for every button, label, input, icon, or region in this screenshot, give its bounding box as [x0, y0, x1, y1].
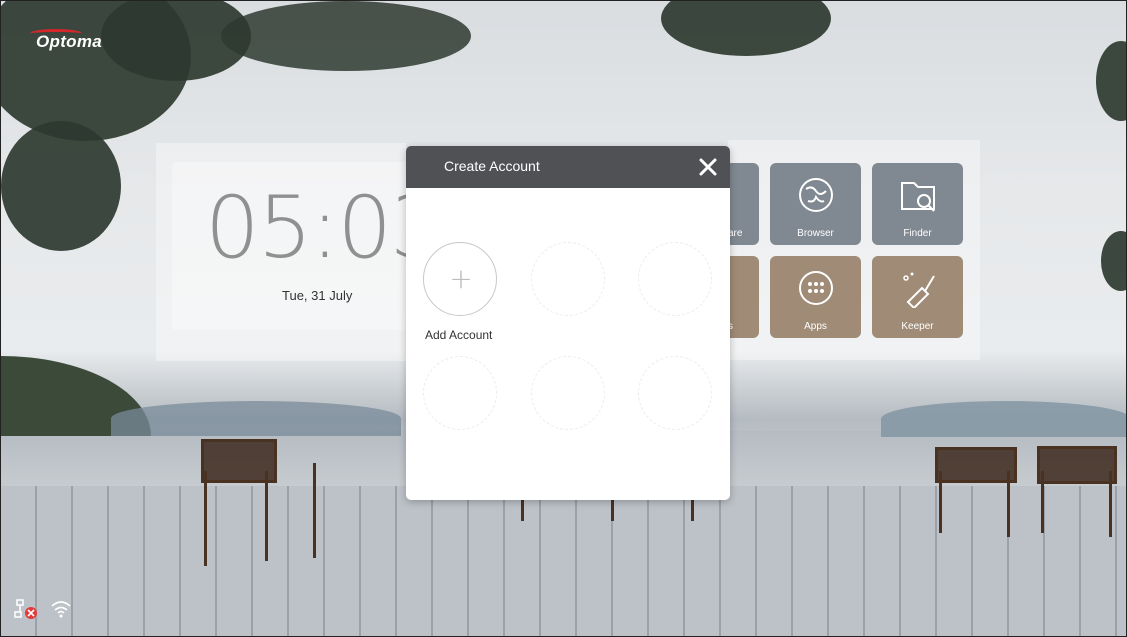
clock-date: Tue, 31 July	[282, 288, 353, 303]
app-tile-apps[interactable]: Apps	[770, 256, 861, 338]
account-slot	[531, 356, 605, 430]
folder-search-icon	[900, 182, 935, 212]
app-tile-label: Browser	[797, 228, 834, 239]
optoma-logo: Optoma	[36, 32, 103, 51]
add-account-label: Add Account	[425, 328, 493, 342]
account-slot	[531, 242, 605, 316]
chair-leg	[1007, 471, 1010, 537]
chair-leg	[1041, 471, 1044, 533]
tree-foliage	[1101, 231, 1126, 291]
account-slot	[423, 356, 497, 430]
app-tile-browser[interactable]: Browser	[770, 163, 861, 245]
app-tile-label: s	[728, 321, 733, 332]
broom-icon	[902, 272, 935, 308]
chair	[935, 447, 1017, 483]
close-button[interactable]	[695, 154, 721, 180]
dialog-title: Create Account	[444, 158, 540, 174]
globe-icon	[798, 178, 833, 212]
close-icon	[699, 158, 717, 176]
tree-foliage	[1, 121, 121, 251]
app-tile-finder[interactable]: Finder	[872, 163, 963, 245]
tree-foliage	[1096, 41, 1126, 121]
plus-icon: +	[449, 262, 473, 295]
wifi-icon[interactable]	[50, 599, 72, 619]
chair-leg	[1109, 471, 1112, 537]
chair-leg	[313, 463, 316, 558]
app-tile-label: Apps	[804, 321, 827, 332]
tree-foliage	[661, 1, 831, 56]
hill-distant-right	[881, 401, 1126, 437]
network-disconnected-icon[interactable]	[14, 598, 38, 620]
wooden-deck	[1, 486, 1126, 636]
create-account-dialog: Create Account + Add Account	[406, 146, 730, 500]
chair-leg	[939, 471, 942, 533]
account-slot	[638, 356, 712, 430]
hill-distant	[111, 401, 401, 436]
app-tile-label: Keeper	[901, 321, 934, 332]
app-tile-keeper[interactable]: Keeper	[872, 256, 963, 338]
account-slot	[638, 242, 712, 316]
tree-foliage	[221, 1, 471, 71]
chair	[1037, 446, 1117, 484]
dialog-header: Create Account	[406, 146, 730, 188]
app-tile-label: are	[728, 228, 743, 239]
add-account-button[interactable]: +	[423, 242, 497, 316]
app-tile-label: Finder	[903, 228, 932, 239]
apps-grid-icon	[798, 271, 833, 305]
chair-leg	[265, 471, 268, 561]
chair-leg	[204, 471, 207, 566]
